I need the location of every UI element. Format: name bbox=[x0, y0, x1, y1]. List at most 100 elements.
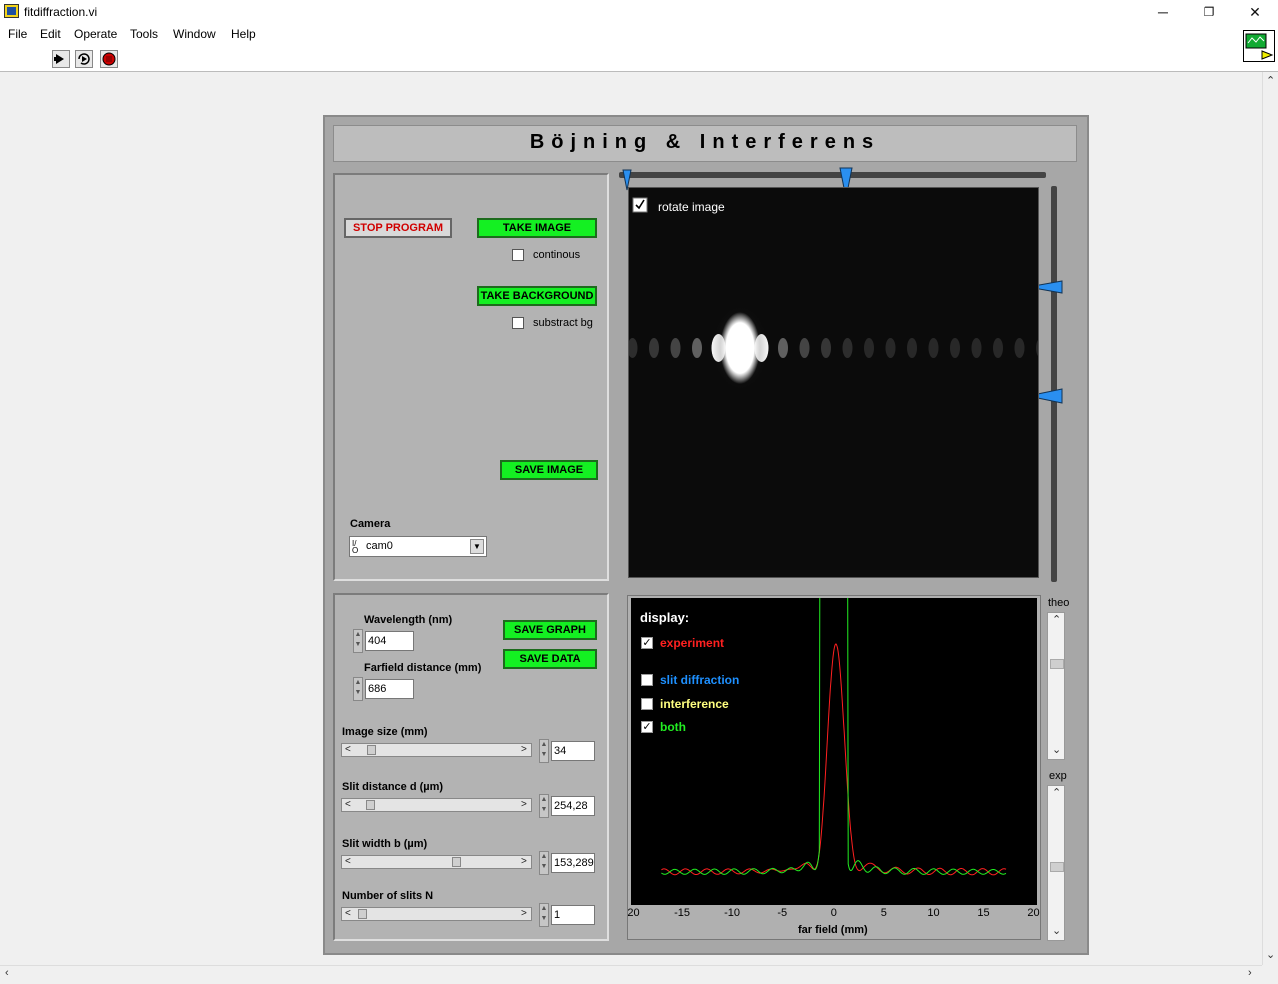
image-size-slider[interactable]: < > bbox=[341, 743, 532, 757]
diffraction-fringe bbox=[1036, 340, 1038, 356]
menu-tools[interactable]: Tools bbox=[130, 27, 158, 41]
run-arrow-icon[interactable] bbox=[52, 50, 70, 68]
menu-file[interactable]: File bbox=[8, 27, 27, 41]
slit-width-label: Slit width b (µm) bbox=[342, 838, 428, 850]
slider-thumb[interactable] bbox=[452, 857, 461, 867]
experiment-legend-label: experiment bbox=[660, 636, 725, 650]
theo-up-arrow-icon[interactable]: ⌃ bbox=[1052, 613, 1061, 626]
slit-distance-input[interactable]: 254,28 bbox=[551, 796, 595, 816]
camera-select[interactable]: I/O cam0 ▼ bbox=[349, 536, 487, 557]
window-title: fitdiffraction.vi bbox=[24, 5, 98, 19]
menu-edit[interactable]: Edit bbox=[40, 27, 61, 41]
num-slits-stepper[interactable]: ▲ ▼ bbox=[539, 903, 549, 927]
x-tick-label: -5 bbox=[777, 907, 788, 919]
x-tick-label: 5 bbox=[880, 907, 887, 919]
slider-thumb[interactable] bbox=[367, 745, 376, 755]
image-size-label: Image size (mm) bbox=[342, 726, 428, 738]
slit-width-stepper[interactable]: ▲ ▼ bbox=[539, 851, 549, 875]
continous-checkbox[interactable] bbox=[512, 249, 524, 261]
abort-stop-icon[interactable] bbox=[100, 50, 118, 68]
toolbar bbox=[0, 44, 1278, 72]
diffraction-fringe bbox=[1014, 338, 1025, 358]
save-data-button[interactable]: SAVE DATA bbox=[503, 649, 597, 669]
exp-down-arrow-icon[interactable]: ⌄ bbox=[1052, 924, 1061, 937]
farfield-input[interactable]: 686 bbox=[365, 679, 414, 699]
camera-label: Camera bbox=[350, 518, 391, 530]
x-tick-label: 20 bbox=[1027, 907, 1040, 919]
interference-checkbox[interactable] bbox=[641, 698, 653, 710]
vertical-cursor-track bbox=[1051, 186, 1057, 582]
vertical-scrollbar[interactable]: ⌃ ⌄ bbox=[1262, 72, 1278, 965]
stop-program-button[interactable]: STOP PROGRAM bbox=[344, 218, 452, 238]
interference-legend-label: interference bbox=[660, 697, 729, 711]
slit-distance-label: Slit distance d (µm) bbox=[342, 781, 444, 793]
slider-right-arrow-icon[interactable]: > bbox=[521, 908, 527, 920]
diffraction-fringe bbox=[971, 338, 982, 358]
exp-scroll-thumb[interactable] bbox=[1050, 862, 1064, 872]
io-icon: I/O bbox=[352, 539, 359, 555]
scroll-up-arrow-icon[interactable]: ⌃ bbox=[1266, 74, 1275, 87]
run-continuously-icon[interactable] bbox=[75, 50, 93, 68]
slit-diffraction-checkbox[interactable] bbox=[641, 674, 653, 686]
x-tick-label: 10 bbox=[927, 907, 940, 919]
experiment-checkbox[interactable]: ✓ bbox=[641, 637, 653, 649]
num-slits-input[interactable]: 1 bbox=[551, 905, 595, 925]
x-tick-label: -15 bbox=[674, 907, 690, 919]
take-background-button[interactable]: TAKE BACKGROUND bbox=[477, 286, 597, 306]
slider-left-arrow-icon[interactable]: < bbox=[345, 744, 351, 756]
slider-right-arrow-icon[interactable]: > bbox=[521, 799, 527, 811]
maximize-button[interactable]: ❐ bbox=[1186, 0, 1232, 24]
scroll-left-arrow-icon[interactable]: ‹ bbox=[5, 967, 9, 979]
farfield-stepper[interactable]: ▲ ▼ bbox=[353, 677, 363, 701]
x-axis-label: far field (mm) bbox=[798, 924, 868, 936]
menu-help[interactable]: Help bbox=[231, 27, 256, 41]
both-checkbox[interactable]: ✓ bbox=[641, 721, 653, 733]
slit-width-slider[interactable]: < > bbox=[341, 855, 532, 869]
dropdown-arrow-icon[interactable]: ▼ bbox=[470, 539, 484, 554]
x-tick-label: -10 bbox=[724, 907, 740, 919]
menu-window[interactable]: Window bbox=[173, 27, 216, 41]
wavelength-stepper[interactable]: ▲ ▼ bbox=[353, 629, 363, 653]
theo-scrollbar[interactable]: ⌃ ⌄ bbox=[1047, 612, 1065, 760]
horizontal-scrollbar[interactable]: ‹ › bbox=[0, 965, 1262, 984]
rotate-image-checkbox[interactable] bbox=[632, 197, 652, 217]
diffraction-fringe bbox=[993, 338, 1003, 358]
save-graph-button[interactable]: SAVE GRAPH bbox=[503, 620, 597, 640]
menu-operate[interactable]: Operate bbox=[74, 27, 117, 41]
slider-right-arrow-icon[interactable]: > bbox=[521, 856, 527, 868]
scroll-down-arrow-icon[interactable]: ⌄ bbox=[1266, 948, 1275, 961]
close-button[interactable]: ✕ bbox=[1232, 0, 1278, 24]
slit-distance-stepper[interactable]: ▲ ▼ bbox=[539, 794, 549, 818]
exp-up-arrow-icon[interactable]: ⌃ bbox=[1052, 786, 1061, 799]
theo-down-arrow-icon[interactable]: ⌄ bbox=[1052, 743, 1061, 756]
image-size-stepper[interactable]: ▲ ▼ bbox=[539, 739, 549, 763]
slit-distance-slider[interactable]: < > bbox=[341, 798, 532, 812]
slit-diffraction-legend-label: slit diffraction bbox=[660, 673, 740, 687]
image-size-input[interactable]: 34 bbox=[551, 741, 595, 761]
scroll-right-arrow-icon[interactable]: › bbox=[1248, 967, 1252, 979]
slider-left-arrow-icon[interactable]: < bbox=[345, 799, 351, 811]
diffraction-fringe bbox=[885, 338, 896, 358]
slider-thumb[interactable] bbox=[366, 800, 375, 810]
take-image-button[interactable]: TAKE IMAGE bbox=[477, 218, 597, 238]
diffraction-fringe bbox=[629, 338, 638, 358]
camera-value: cam0 bbox=[366, 540, 393, 552]
both-legend-label: both bbox=[660, 720, 686, 734]
save-image-button[interactable]: SAVE IMAGE bbox=[500, 460, 598, 480]
diffraction-fringe bbox=[692, 338, 702, 358]
slider-right-arrow-icon[interactable]: > bbox=[521, 744, 527, 756]
farfield-label: Farfield distance (mm) bbox=[364, 662, 482, 674]
exp-scrollbar[interactable]: ⌃ ⌄ bbox=[1047, 785, 1065, 941]
camera-image-display[interactable] bbox=[628, 187, 1039, 578]
wavelength-label: Wavelength (nm) bbox=[364, 614, 453, 626]
slider-left-arrow-icon[interactable]: < bbox=[345, 908, 351, 920]
minimize-button[interactable]: ─ bbox=[1140, 0, 1186, 24]
substract-bg-checkbox[interactable] bbox=[512, 317, 524, 329]
vi-connector-icon bbox=[1243, 30, 1275, 62]
slider-thumb[interactable] bbox=[358, 909, 367, 919]
wavelength-input[interactable]: 404 bbox=[365, 631, 414, 651]
slit-width-input[interactable]: 153,289 bbox=[551, 853, 595, 873]
slider-left-arrow-icon[interactable]: < bbox=[345, 856, 351, 868]
num-slits-slider[interactable]: < > bbox=[341, 907, 532, 921]
theo-scroll-thumb[interactable] bbox=[1050, 659, 1064, 669]
